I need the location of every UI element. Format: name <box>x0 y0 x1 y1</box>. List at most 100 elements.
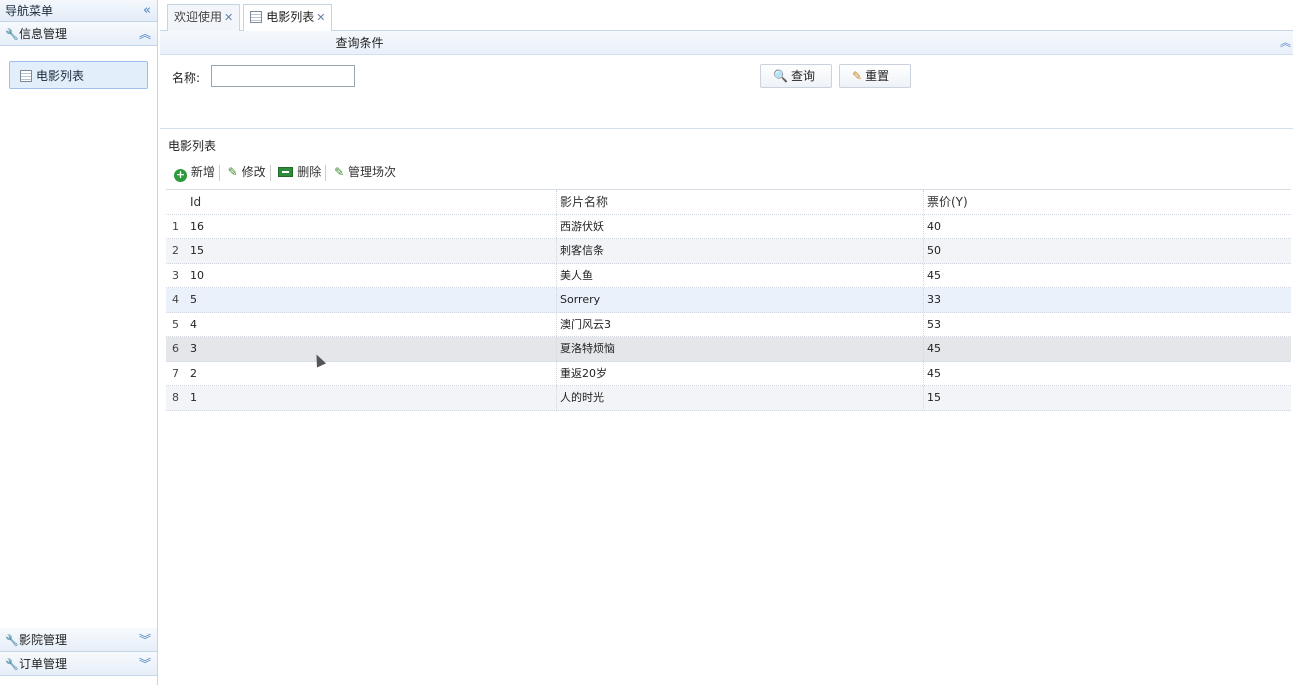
search-panel-title-text: 查询条件 <box>335 36 384 50</box>
cell-price: 45 <box>923 361 1291 385</box>
cell-id: 15 <box>190 244 204 257</box>
cell-id: 3 <box>190 342 197 355</box>
row-number: 2 <box>172 244 179 257</box>
edit-button[interactable]: ✎ 修改 <box>224 160 270 184</box>
row-number: 5 <box>172 317 179 331</box>
section-info-header[interactable]: 🔧信息管理 ︽ <box>0 22 157 46</box>
table-row[interactable]: 3 10 美人鱼 45 <box>166 263 1291 288</box>
main-area: 欢迎使用 ✕ 电影列表 ✕ 查询条件 ︽ 名称: 🔍 查询 ✎ 重置 电影列表 + 新增… <box>160 0 1293 685</box>
chevron-up-icon[interactable]: ︽ <box>139 22 151 46</box>
row-number: 1 <box>172 219 179 233</box>
wrench-icon: 🔧 <box>5 658 19 671</box>
table-row[interactable]: 6 3 夏洛特烦恼 45 <box>166 337 1291 362</box>
cell-id: 5 <box>190 293 197 306</box>
sidebar-item-movie-list[interactable]: 电影列表 <box>9 61 148 89</box>
cell-price: 45 <box>923 337 1291 361</box>
cell-name: 美人鱼 <box>556 263 922 287</box>
cell-id: 4 <box>190 317 197 331</box>
section-cinema-label: 影院管理 <box>19 633 68 647</box>
section-order-label: 订单管理 <box>19 657 68 671</box>
nav-header: 导航菜单 « <box>0 0 157 22</box>
query-button[interactable]: 🔍 查询 <box>760 64 832 88</box>
edit-button-label: 修改 <box>241 165 266 179</box>
row-number: 4 <box>172 293 179 306</box>
add-icon: + <box>174 168 187 182</box>
collapse-up-icon[interactable]: ︽ <box>1280 31 1291 55</box>
toolbar-divider <box>325 164 327 181</box>
section-cinema-header[interactable]: 🔧影院管理 ︾ <box>0 628 157 652</box>
column-header-name[interactable]: 影片名称 <box>556 190 922 214</box>
table-row[interactable]: 4 5 Sorrery 33 <box>166 288 1291 313</box>
cell-name: 重返20岁 <box>556 361 922 385</box>
search-icon: 🔍 <box>773 69 788 83</box>
toolbar-divider <box>218 164 220 181</box>
row-number: 6 <box>172 342 179 355</box>
tab-label: 欢迎使用 <box>174 10 223 24</box>
delete-icon <box>278 167 294 177</box>
cell-price: 40 <box>923 214 1291 238</box>
tab-welcome[interactable]: 欢迎使用 ✕ <box>167 4 241 31</box>
cell-name: 西游伏妖 <box>556 214 922 238</box>
pencil-icon: ✎ <box>334 165 345 179</box>
table-row[interactable]: 7 2 重返20岁 45 <box>166 361 1291 386</box>
table-row[interactable]: 2 15 刺客信条 50 <box>166 239 1291 264</box>
table-row[interactable]: 8 1 人的时光 15 <box>166 386 1291 411</box>
nav-panel: 导航菜单 « 🔧信息管理 ︽ 电影列表 🔧影院管理 ︾ 🔧订单管理 ︾ <box>0 0 158 685</box>
name-input[interactable] <box>211 65 355 87</box>
close-icon[interactable]: ✕ <box>316 11 325 24</box>
row-number: 7 <box>172 366 179 380</box>
cell-id: 2 <box>190 366 197 380</box>
search-panel-title: 查询条件 ︽ <box>160 31 1293 55</box>
tab-label: 电影列表 <box>266 10 315 24</box>
double-chevron-left-icon[interactable]: « <box>143 0 151 22</box>
list-title: 电影列表 <box>168 139 217 153</box>
table-row[interactable]: 1 16 西游伏妖 40 <box>166 214 1291 239</box>
column-header-price[interactable]: 票价(Y) <box>923 190 1291 214</box>
cell-name: 夏洛特烦恼 <box>556 337 922 361</box>
nav-title: 导航菜单 <box>5 4 54 18</box>
chevron-down-icon[interactable]: ︾ <box>139 628 151 652</box>
delete-button[interactable]: 删除 <box>274 160 325 184</box>
tab-bar: 欢迎使用 ✕ 电影列表 ✕ <box>160 0 1293 32</box>
section-info-label: 信息管理 <box>19 27 68 41</box>
column-header-id[interactable]: Id <box>190 190 550 214</box>
cell-price: 45 <box>923 263 1291 287</box>
query-button-label: 查询 <box>790 69 815 83</box>
manage-schedule-label: 管理场次 <box>347 165 396 179</box>
cell-id: 16 <box>190 219 204 233</box>
reset-button[interactable]: ✎ 重置 <box>839 64 911 88</box>
delete-button-label: 删除 <box>297 165 322 179</box>
row-number: 8 <box>172 391 179 404</box>
tab-movie-list[interactable]: 电影列表 ✕ <box>243 4 333 32</box>
document-list-icon <box>20 70 32 82</box>
grid-header-row: Id 影片名称 票价(Y) <box>166 190 1291 215</box>
cell-name: Sorrery <box>556 288 922 312</box>
toolbar-divider <box>269 164 271 181</box>
name-label: 名称: <box>172 71 201 85</box>
cell-price: 53 <box>923 312 1291 336</box>
cell-price: 50 <box>923 239 1291 263</box>
grid-toolbar: + 新增 ✎ 修改 删除 ✎ 管理场次 <box>170 160 400 184</box>
pen-icon: ✎ <box>852 69 863 83</box>
cell-price: 15 <box>923 386 1291 410</box>
chevron-down-icon[interactable]: ︾ <box>139 652 151 676</box>
wrench-icon: 🔧 <box>5 28 19 41</box>
cell-name: 刺客信条 <box>556 239 922 263</box>
sidebar-item-label: 电影列表 <box>36 69 85 83</box>
reset-button-label: 重置 <box>865 69 890 83</box>
pencil-icon: ✎ <box>227 165 238 179</box>
cell-name: 人的时光 <box>556 386 922 410</box>
row-number: 3 <box>172 268 179 282</box>
cell-id: 10 <box>190 268 204 282</box>
table-row[interactable]: 5 4 澳门风云3 53 <box>166 312 1291 337</box>
section-order-header[interactable]: 🔧订单管理 ︾ <box>0 652 157 676</box>
movie-grid: Id 影片名称 票价(Y) 1 16 西游伏妖 40 2 15 刺客信条 50 … <box>166 189 1291 411</box>
wrench-icon: 🔧 <box>5 634 19 647</box>
close-icon[interactable]: ✕ <box>224 11 233 24</box>
add-button-label: 新增 <box>190 165 215 179</box>
manage-schedule-button[interactable]: ✎ 管理场次 <box>330 160 400 184</box>
cell-price: 33 <box>923 288 1291 312</box>
cell-name: 澳门风云3 <box>556 312 922 336</box>
cell-id: 1 <box>190 391 197 404</box>
add-button[interactable]: + 新增 <box>170 160 219 184</box>
